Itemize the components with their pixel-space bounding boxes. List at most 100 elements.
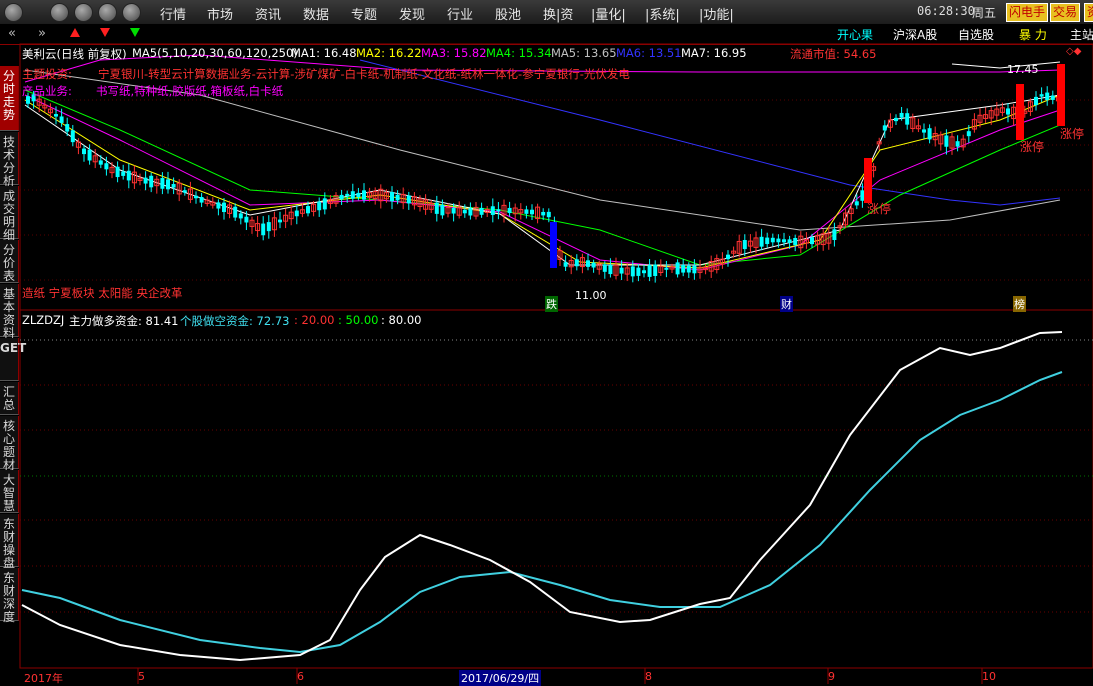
ma5-value: MA5: 13.65 (551, 46, 617, 60)
marker-die[interactable]: 跌 (545, 296, 558, 312)
indicator-name: ZLZDZJ (22, 313, 65, 327)
candle-body (1039, 94, 1044, 97)
candle-body (350, 191, 355, 199)
indicator-level-50: : 50.00 (338, 313, 379, 327)
candle-body (546, 211, 551, 218)
x-axis-label: 5 (138, 670, 145, 683)
marker-bang[interactable]: 榜 (1013, 296, 1026, 312)
limit-up-label: 涨停 (1020, 140, 1045, 154)
candle-body (160, 178, 165, 189)
candle-body (87, 149, 92, 161)
x-axis-label: 10 (982, 670, 996, 683)
candle-body (345, 193, 350, 197)
candle-body (194, 195, 198, 199)
candle-body (630, 266, 635, 277)
candle-body (810, 237, 814, 245)
ma4-value: MA4: 15.34 (486, 46, 552, 60)
ma-line (24, 94, 1061, 269)
candle-body (222, 202, 226, 213)
candle-body (406, 195, 411, 204)
candle-body (899, 112, 904, 118)
kline-title: 美利云(日线 前复权) (22, 47, 127, 61)
ma-line (951, 61, 1061, 69)
candle-body (278, 219, 282, 223)
candle-body (787, 239, 792, 243)
candle-body (59, 116, 64, 123)
candle-body (653, 264, 658, 276)
candle-body (832, 229, 837, 241)
price-low-label: 11.00 (575, 289, 607, 302)
candle-body (524, 209, 529, 214)
candle-body (1034, 96, 1038, 106)
candle-body (479, 207, 484, 215)
candle-body (894, 117, 898, 122)
stock-chart-canvas[interactable] (0, 0, 1093, 684)
candle-body (115, 166, 120, 178)
candle-body (149, 175, 154, 188)
candle-body (82, 148, 86, 155)
candle-body (686, 265, 691, 273)
candle-body (451, 208, 456, 214)
candle-body (143, 177, 148, 184)
x-axis-label: 9 (828, 670, 835, 683)
marker-cai[interactable]: 财 (780, 296, 793, 312)
candle-body (586, 260, 590, 267)
candle-body (602, 264, 607, 272)
limit-up-label: 涨停 (867, 202, 892, 216)
candle-body (636, 267, 641, 276)
indicator-level-20: : 20.00 (294, 313, 335, 327)
candle-body (759, 236, 764, 247)
ma-line (24, 89, 1061, 266)
candle-body (905, 113, 910, 125)
candle-body (765, 237, 770, 245)
candle-body (530, 209, 534, 215)
candle-body (440, 204, 445, 216)
ma3-value: MA3: 15.82 (421, 46, 487, 60)
candle-body (294, 210, 299, 217)
candle-body (782, 239, 786, 243)
candle-body (390, 192, 394, 202)
candle-body (770, 237, 775, 243)
candle-body (65, 124, 70, 132)
limit-up-label: 涨停 (1060, 127, 1085, 141)
candle-body (1006, 108, 1010, 115)
candle-body (882, 125, 887, 131)
candle-body (1050, 95, 1055, 100)
candle-body (490, 206, 495, 215)
candle-body (166, 179, 170, 190)
candle-body (619, 267, 624, 274)
candle-body (692, 265, 697, 274)
candle-body (339, 194, 344, 200)
ma-params: MA5(5,10,20,30,60,120,250) (132, 46, 298, 60)
price-high-label: 17.45 (1007, 63, 1039, 76)
candle-body (955, 141, 960, 147)
candle-body (541, 211, 546, 216)
candle-body (434, 202, 439, 214)
candle-body (860, 190, 865, 201)
candle-body (356, 192, 361, 198)
candle-body (922, 129, 926, 133)
ma-line (24, 94, 1061, 271)
candle-body (182, 190, 187, 193)
long-fund-line (21, 331, 1063, 662)
theme-label: 主题投资: (22, 67, 72, 81)
ma7-value: MA7: 16.95 (681, 46, 747, 60)
candle-body (238, 213, 243, 219)
candle-body (261, 223, 266, 236)
candle-body (244, 216, 249, 223)
candle-body (726, 254, 730, 260)
indicator-main-label: 主力做多资金: 81.41 (69, 314, 179, 328)
candle-body (462, 209, 467, 214)
candle-body (776, 238, 781, 243)
product-text: 书写纸,特种纸,胶版纸,箱板纸,白卡纸 (96, 84, 284, 98)
ma2-value: MA2: 16.22 (356, 46, 422, 60)
candle-body (317, 201, 322, 211)
candle-limit-up (1057, 64, 1065, 126)
short-fund-line (21, 371, 1063, 654)
theme-text: 宁夏银川-转型云计算数据业务-云计算-涉矿煤矿-白卡纸-机制纸-文化纸-纸林一体… (98, 67, 630, 81)
candle-body (742, 240, 747, 250)
indicator-level-80: : 80.00 (381, 313, 422, 327)
candle-body (944, 135, 949, 147)
candle-body (126, 170, 131, 181)
diamond-icon[interactable]: ◇◆ (1066, 46, 1081, 57)
